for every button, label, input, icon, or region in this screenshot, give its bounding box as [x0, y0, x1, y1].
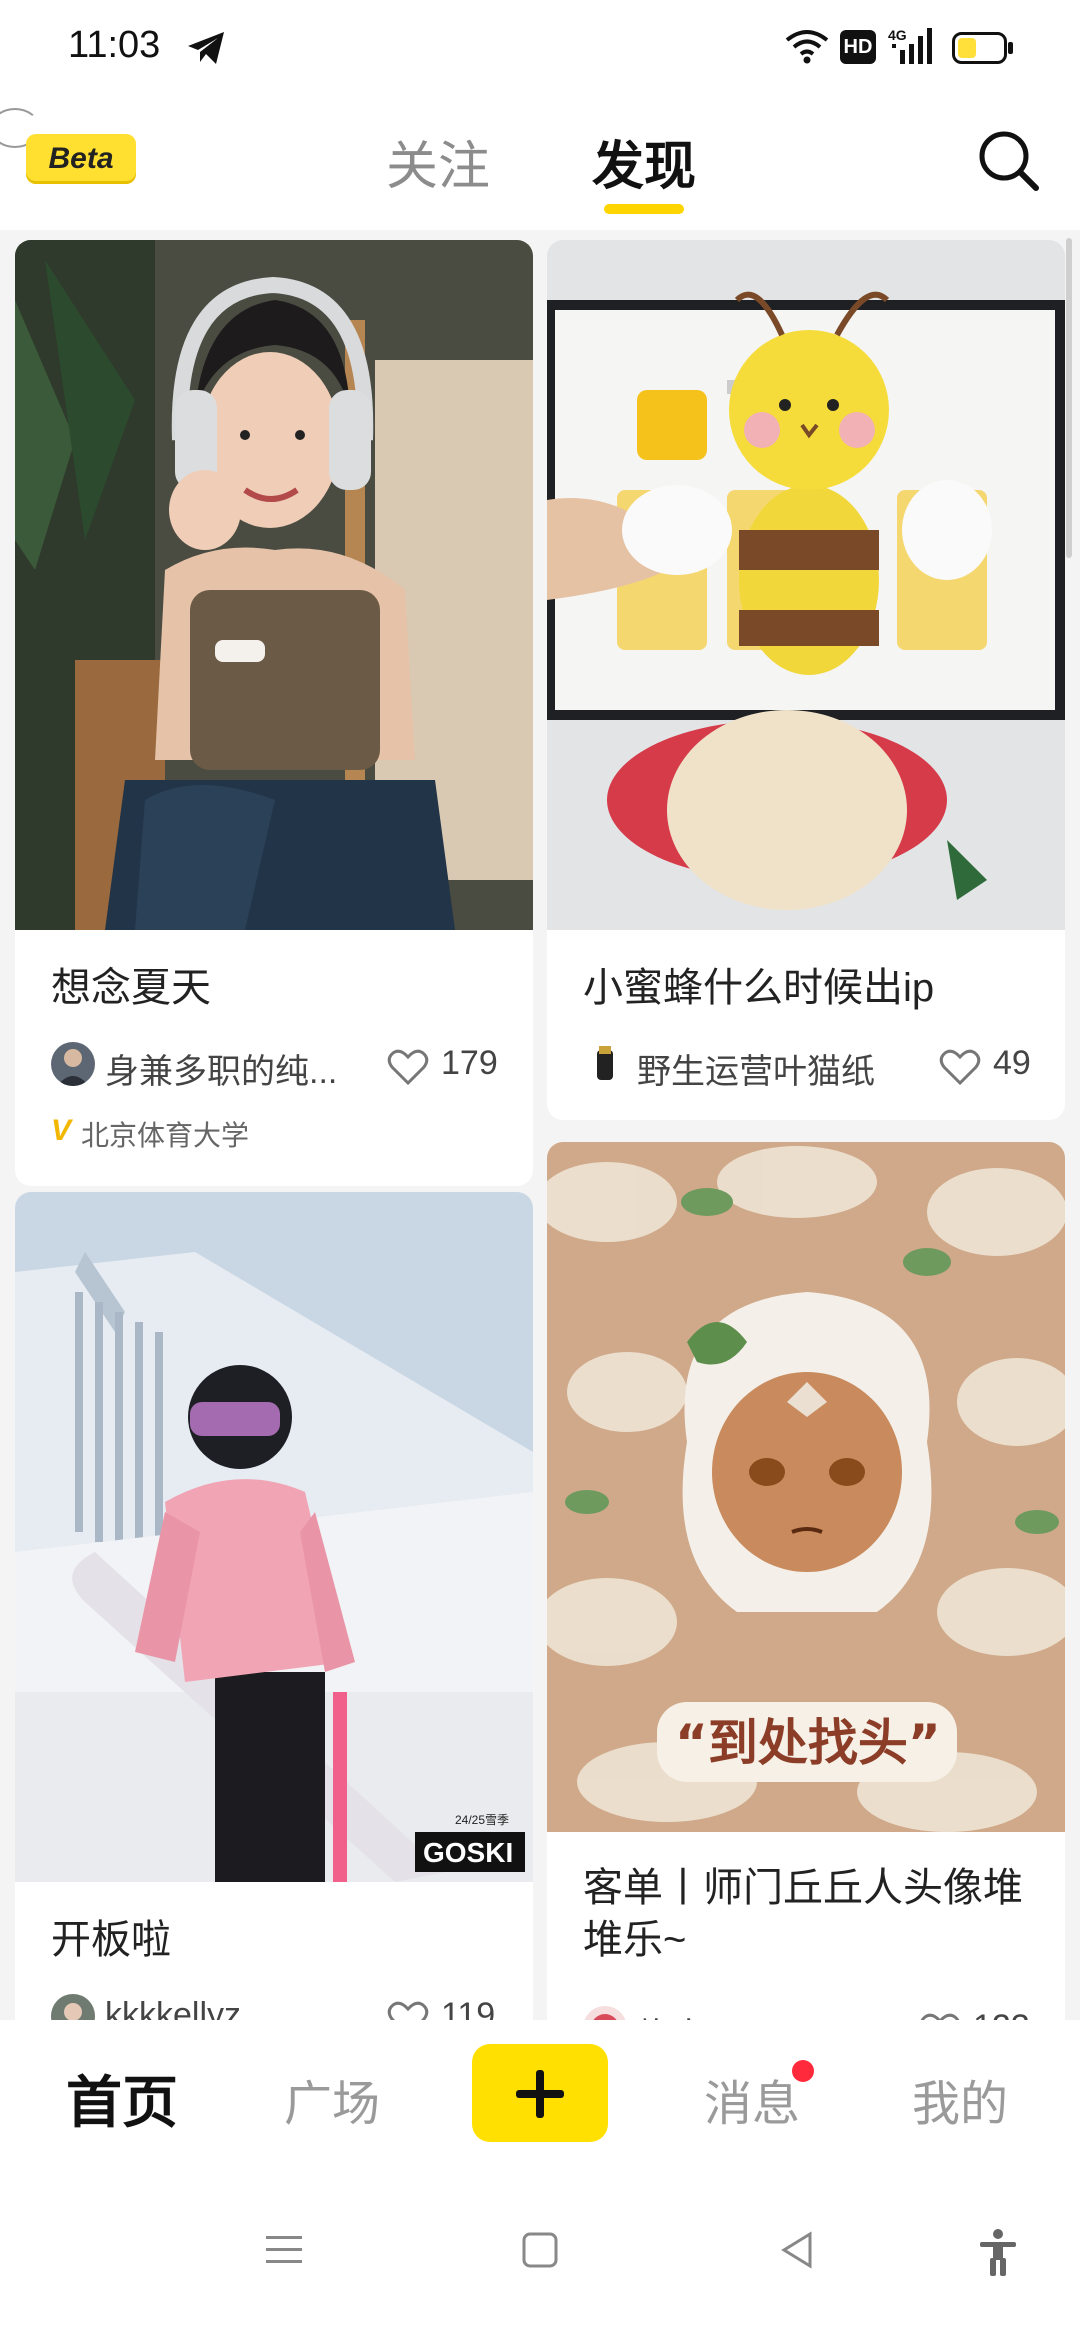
author-name[interactable]: 野生运营叶猫纸 — [637, 1044, 875, 1093]
plus-icon — [516, 2070, 564, 2118]
card-title[interactable]: 想念夏天 — [51, 962, 211, 1014]
card-image-crochet-bee[interactable] — [547, 240, 1065, 930]
card-image-snowboarder[interactable]: GOSKI 24/25雪季 — [15, 1192, 533, 1882]
author-name[interactable]: 炮麻Jeamoly — [637, 2008, 832, 2020]
search-icon[interactable] — [976, 128, 1040, 192]
card-title[interactable]: 客单丨师门丘丘人头像堆堆乐~ — [583, 1862, 1033, 1966]
like-count: 179 — [441, 1044, 498, 1082]
header: Beta 关注 发现 — [0, 100, 1080, 230]
like-count: 123 — [973, 2008, 1030, 2020]
battery-icon — [952, 32, 1013, 64]
verified-v-icon: V — [51, 1114, 72, 1147]
tab-follow[interactable]: 关注 — [386, 124, 490, 199]
discover-feed[interactable]: 想念夏天 身兼多职的纯... 179 V 北京体育大学 小蜜蜂什么时候出ip 野… — [0, 230, 1080, 2020]
feed-card[interactable]: 想念夏天 身兼多职的纯... 179 V 北京体育大学 — [15, 240, 533, 1186]
signal-icon: 4G — [888, 27, 932, 64]
goski-season: 24/25雪季 — [455, 1813, 509, 1827]
heart-icon[interactable] — [919, 2012, 961, 2020]
scrollbar[interactable] — [1066, 238, 1072, 558]
wifi-icon — [785, 30, 829, 64]
card-image-anime-avatar[interactable]: “到处找头” — [547, 1142, 1065, 1832]
svg-text:4G: 4G — [888, 27, 907, 43]
author-name[interactable]: kkkkellyz — [105, 1996, 241, 2020]
feed-card[interactable]: 小蜜蜂什么时候出ip 野生运营叶猫纸 49 — [547, 240, 1065, 1120]
back-triangle-icon[interactable] — [776, 2228, 820, 2272]
system-navigation-bar — [0, 2180, 1080, 2340]
author-row[interactable]: 野生运营叶猫纸 49 — [583, 1040, 1043, 1093]
avatar[interactable] — [583, 2006, 627, 2020]
hd-icon: HD — [840, 30, 876, 64]
active-tab-indicator — [604, 204, 684, 214]
avatar[interactable] — [583, 1042, 627, 1086]
author-row[interactable]: 身兼多职的纯... 179 — [51, 1040, 511, 1093]
tab-discover[interactable]: 发现 — [592, 124, 696, 199]
goski-logo: GOSKI — [423, 1837, 513, 1868]
heart-icon[interactable] — [939, 1048, 981, 1086]
bottom-navigation: 首页 广场 消息 我的 — [0, 2020, 1080, 2180]
nav-home[interactable]: 首页 — [66, 2058, 178, 2139]
add-post-button[interactable] — [472, 2044, 608, 2142]
avatar[interactable] — [51, 1994, 95, 2020]
like-count: 49 — [993, 1044, 1031, 1082]
nav-mine[interactable]: 我的 — [912, 2064, 1008, 2134]
feed-card[interactable]: GOSKI 24/25雪季 开板啦 kkkkellyz 119 — [15, 1192, 533, 2020]
menu-icon[interactable] — [262, 2228, 306, 2272]
avatar[interactable] — [51, 1042, 95, 1086]
card-title[interactable]: 开板啦 — [51, 1914, 171, 1966]
nav-messages[interactable]: 消息 — [704, 2064, 800, 2134]
nav-square[interactable]: 广场 — [284, 2064, 380, 2134]
feed-card[interactable]: “到处找头” 客单丨师门丘丘人头像堆堆乐~ 炮麻Jeamoly 123 — [547, 1142, 1065, 2020]
author-name[interactable]: 身兼多职的纯... — [105, 1044, 337, 1093]
author-row[interactable]: 炮麻Jeamoly 123 — [583, 2004, 1043, 2020]
telegram-icon — [188, 32, 224, 64]
accessibility-icon[interactable] — [976, 2228, 1020, 2278]
like-count: 119 — [441, 1996, 496, 2020]
image-caption: “到处找头” — [675, 1714, 941, 1772]
school-name: 北京体育大学 — [81, 1120, 250, 1151]
heart-icon[interactable] — [387, 1048, 429, 1086]
author-row[interactable]: kkkkellyz 119 — [51, 1992, 511, 2020]
beta-badge[interactable]: Beta — [26, 134, 136, 184]
status-time: 11:03 — [68, 24, 161, 66]
card-image-woman-headphones[interactable] — [15, 240, 533, 930]
status-bar: 11:03 HD 4G — [0, 0, 1080, 100]
heart-icon[interactable] — [387, 2000, 429, 2020]
home-square-icon[interactable] — [518, 2228, 562, 2272]
unread-badge — [792, 2060, 814, 2082]
card-title[interactable]: 小蜜蜂什么时候出ip — [583, 962, 934, 1014]
